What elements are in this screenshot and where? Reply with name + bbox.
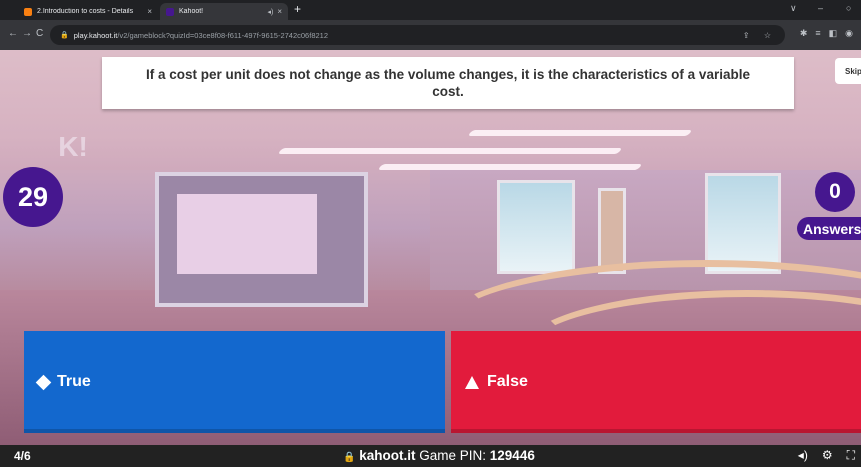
- extensions-icon[interactable]: ✱: [800, 28, 808, 39]
- answers-label: Answers: [797, 217, 861, 240]
- kahoot-favicon-icon: [166, 7, 174, 16]
- tab-title: 2.Introduction to costs - Details: [37, 8, 134, 15]
- game-pin-bar: 🔒 kahoot.it Game PIN: 129446: [343, 448, 535, 463]
- answer-false-button[interactable]: False: [451, 331, 861, 433]
- game-pin: 129446: [489, 448, 535, 463]
- ceiling-light: [277, 148, 623, 154]
- game-footer: 4/6 🔒 kahoot.it Game PIN: 129446 ◂) ⚙ ⛶: [0, 445, 861, 467]
- forward-icon[interactable]: →: [22, 28, 32, 39]
- new-tab-button[interactable]: +: [294, 2, 301, 16]
- fullscreen-icon[interactable]: ⛶: [847, 448, 855, 463]
- answer-label: True: [57, 373, 91, 390]
- tab-title: Kahoot!: [179, 8, 204, 15]
- volume-icon[interactable]: ◂): [798, 448, 808, 463]
- profile-avatar[interactable]: ◉: [845, 28, 853, 39]
- audio-icon[interactable]: ◂): [267, 8, 273, 16]
- answers-count: 0: [815, 172, 855, 212]
- pin-label: Game PIN:: [419, 448, 487, 463]
- site-name: kahoot.it: [359, 448, 416, 463]
- tab-search-icon[interactable]: ∨: [790, 3, 797, 14]
- ceiling-light: [467, 130, 693, 136]
- url-host: play.kahoot.it: [73, 30, 118, 40]
- countdown-timer: 29: [3, 167, 63, 227]
- share-bookmark-icons[interactable]: ⇪ ☆: [743, 31, 777, 40]
- close-tab-icon[interactable]: ×: [147, 7, 152, 16]
- back-icon[interactable]: ←: [8, 28, 18, 39]
- tab-kahoot[interactable]: Kahoot! ◂) ×: [160, 3, 288, 20]
- window: [705, 173, 781, 274]
- answer-label: False: [487, 373, 528, 390]
- window: [497, 180, 575, 274]
- screen-content: [177, 194, 317, 274]
- question-progress: 4/6: [14, 449, 31, 463]
- triangle-icon: [465, 375, 479, 389]
- browser-tab-bar: 2.Introduction to costs - Details × Kaho…: [0, 0, 861, 20]
- browser-toolbar: ← → C 🔒 play.kahoot.it /v2/gameblock?qui…: [0, 20, 861, 50]
- minimize-icon[interactable]: –: [818, 3, 823, 13]
- extensions-bar: ✱ ≡ ◧ ◉: [800, 28, 853, 39]
- question-text: If a cost per unit does not change as th…: [102, 57, 794, 109]
- url-path: /v2/gameblock?quizId=03ce8f08-f611-497f-…: [117, 30, 329, 40]
- settings-icon[interactable]: ⚙: [822, 448, 833, 463]
- address-bar[interactable]: 🔒 play.kahoot.it /v2/gameblock?quizId=03…: [50, 25, 785, 45]
- footer-controls: ◂) ⚙ ⛶: [798, 448, 855, 463]
- door: [598, 188, 626, 274]
- diamond-icon: [35, 374, 52, 390]
- moodle-favicon-icon: [24, 7, 32, 16]
- side-panel-icon[interactable]: ◧: [829, 28, 838, 39]
- reload-icon[interactable]: C: [36, 28, 43, 39]
- whiteboard-screen: [155, 172, 368, 307]
- reading-list-icon[interactable]: ≡: [815, 28, 820, 39]
- maximize-icon[interactable]: ○: [846, 3, 851, 13]
- close-tab-icon[interactable]: ×: [277, 7, 282, 16]
- answer-true-button[interactable]: True: [24, 331, 445, 433]
- tab-introduction-to-costs[interactable]: 2.Introduction to costs - Details ×: [18, 3, 158, 20]
- lock-icon: 🔒: [343, 452, 356, 463]
- lock-icon: 🔒: [60, 32, 69, 39]
- skip-button[interactable]: Skip: [835, 58, 861, 84]
